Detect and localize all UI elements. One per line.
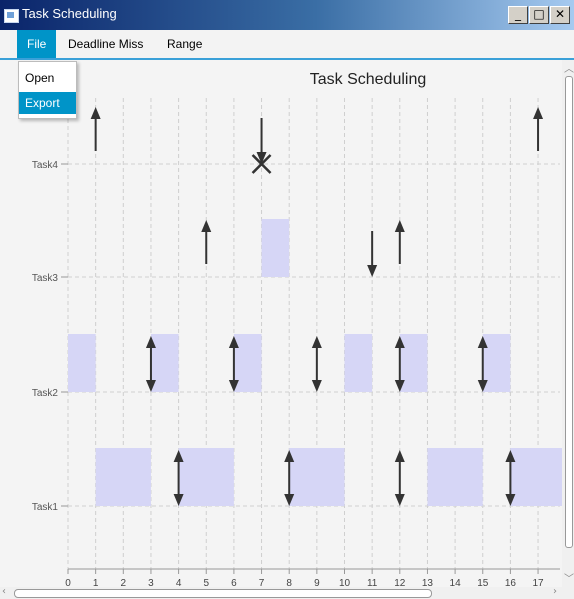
menu-deadline-miss[interactable]: Deadline Miss xyxy=(58,30,153,58)
vertical-scroll-thumb[interactable] xyxy=(565,76,573,548)
vertical-scrollbar[interactable]: ︿ ﹀ xyxy=(562,60,574,587)
x-tick-label: 3 xyxy=(148,578,154,587)
execution-bar xyxy=(95,448,151,506)
x-tick-label: 14 xyxy=(450,578,462,587)
window-title: Task Scheduling xyxy=(22,6,117,21)
x-tick-label: 12 xyxy=(394,578,406,587)
x-tick-label: 9 xyxy=(314,578,320,587)
title-bar: Task Scheduling _ □ ✕ xyxy=(0,0,574,30)
execution-bar xyxy=(68,334,96,392)
menu-item-export[interactable]: Export xyxy=(19,92,76,114)
x-tick-label: 7 xyxy=(259,578,265,587)
execution-bar xyxy=(150,334,179,392)
x-tick-label: 17 xyxy=(532,578,544,587)
execution-bar xyxy=(233,334,262,392)
chart-area: 0 1 2 3 4 5 6 7 8 9 10 11 12 13 14 15 16 17 Task1 Task2 Task… xyxy=(0,60,574,587)
maximize-icon[interactable]: □ xyxy=(529,6,549,24)
horizontal-scrollbar[interactable]: ‹ › xyxy=(0,586,574,599)
deadline-arrow-head xyxy=(367,265,378,277)
release-arrow-head xyxy=(394,220,405,232)
release-deadline-down-head xyxy=(311,380,322,392)
x-tick-label: 16 xyxy=(505,578,517,587)
release-arrow-head xyxy=(533,107,544,119)
menu-bar: File Deadline Miss Range xyxy=(0,30,574,60)
gantt-chart: 0 1 2 3 4 5 6 7 8 9 10 11 12 13 14 15 16 17Task1Task2Task… xyxy=(32,71,562,587)
x-tick-label: 8 xyxy=(286,578,292,587)
x-tick-label: 1 xyxy=(93,578,99,587)
release-deadline-down-head xyxy=(394,494,405,506)
release-deadline-up-head xyxy=(311,336,322,348)
execution-bar xyxy=(399,334,428,392)
task-label: Task1 xyxy=(32,502,59,513)
menu-item-open[interactable]: Open xyxy=(19,67,76,89)
execution-bar xyxy=(261,219,290,277)
scroll-right-icon[interactable]: › xyxy=(553,586,557,597)
task-label: Task4 xyxy=(32,160,59,171)
scroll-up-icon[interactable]: ︿ xyxy=(564,60,574,75)
scroll-down-icon[interactable]: ﹀ xyxy=(564,570,574,585)
execution-bar xyxy=(178,448,234,506)
x-tick-label: 11 xyxy=(367,578,378,587)
execution-bar xyxy=(289,448,345,506)
x-tick-label: 6 xyxy=(231,578,237,587)
file-dropdown-menu: Open Export xyxy=(18,61,77,119)
horizontal-scroll-thumb[interactable] xyxy=(14,589,432,598)
menu-range[interactable]: Range xyxy=(157,30,212,58)
x-tick-label: 0 xyxy=(65,578,71,587)
x-tick-label: 13 xyxy=(422,578,434,587)
execution-bar xyxy=(510,448,562,506)
x-tick-label: 2 xyxy=(121,578,127,587)
release-arrow-head xyxy=(201,220,212,232)
chart-title: Task Scheduling xyxy=(310,71,427,88)
x-tick-label: 5 xyxy=(203,578,209,587)
execution-bar xyxy=(427,448,483,506)
minimize-icon[interactable]: _ xyxy=(508,6,528,24)
execution-bar xyxy=(344,334,373,392)
release-arrow-head xyxy=(90,107,101,119)
task-label: Task2 xyxy=(32,388,59,399)
menu-file[interactable]: File xyxy=(17,30,57,58)
x-tick-label: 10 xyxy=(339,578,351,587)
close-icon[interactable]: ✕ xyxy=(550,6,570,24)
x-tick-label: 15 xyxy=(477,578,489,587)
scroll-left-icon[interactable]: ‹ xyxy=(2,586,6,597)
x-tick-label: 4 xyxy=(176,578,182,587)
app-icon xyxy=(4,9,19,23)
execution-bar xyxy=(482,334,511,392)
release-deadline-up-head xyxy=(394,450,405,462)
task-label: Task3 xyxy=(32,273,59,284)
